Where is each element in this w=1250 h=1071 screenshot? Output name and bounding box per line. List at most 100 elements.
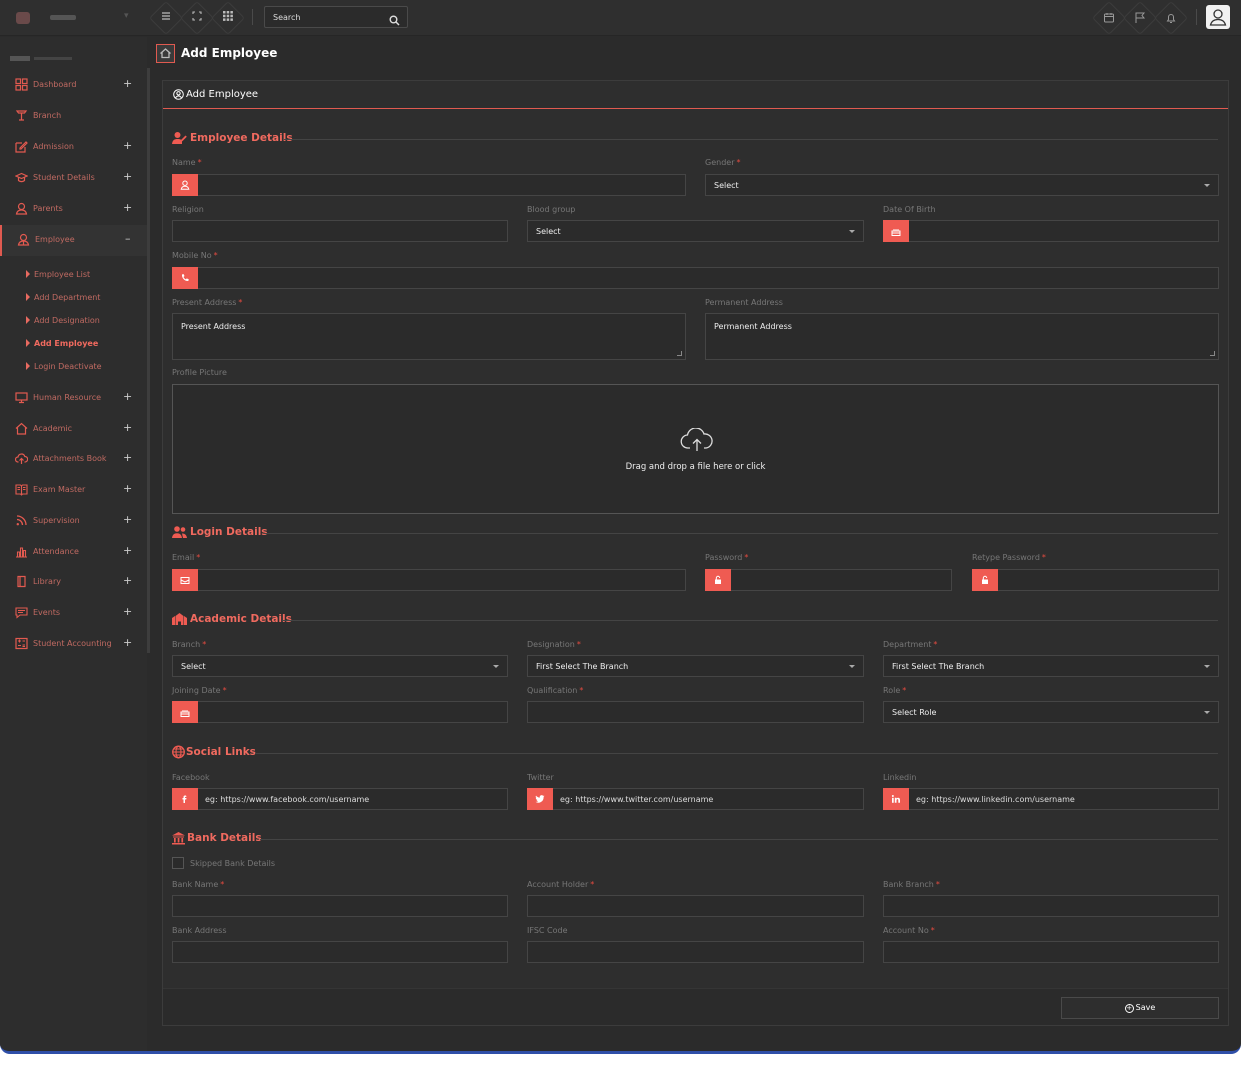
expand-icon[interactable]: + (123, 390, 132, 403)
sidebar-item-library[interactable]: Library + (0, 567, 147, 598)
bank-address-field[interactable] (172, 941, 508, 963)
bank-name-field[interactable] (172, 895, 508, 917)
search-input[interactable] (265, 7, 385, 27)
blood-group-select[interactable]: Select (527, 220, 864, 242)
resize-handle[interactable] (677, 351, 682, 356)
account-no-field[interactable] (883, 941, 1219, 963)
role-select[interactable]: Select Role (883, 701, 1219, 723)
sidebar-item-supervision[interactable]: Supervision + (0, 506, 147, 537)
skip-bank-checkbox[interactable] (172, 857, 184, 869)
sidebar-subitem-login-deactivate[interactable]: Login Deactivate (26, 357, 146, 377)
sidebar-item-events[interactable]: Events + (0, 598, 147, 629)
bank-name-input[interactable] (173, 896, 507, 916)
joining-date-input[interactable] (199, 702, 505, 722)
sidebar-item-human-resource[interactable]: Human Resource + (0, 383, 147, 414)
sidebar-item-branch[interactable]: Branch (0, 101, 147, 132)
facebook-field[interactable] (172, 788, 508, 810)
expand-icon[interactable]: + (123, 636, 132, 649)
retype-password-field[interactable] (972, 569, 1219, 591)
expand-icon[interactable]: + (123, 170, 132, 183)
sidebar-item-exam-master[interactable]: Exam Master + (0, 475, 147, 506)
collapse-icon[interactable]: – (125, 232, 131, 245)
qualification-input[interactable] (528, 702, 863, 722)
sidebar-item-attachments-book[interactable]: Attachments Book + (0, 444, 147, 475)
joining-date-field[interactable] (172, 701, 508, 723)
password-field[interactable] (705, 569, 952, 591)
save-button[interactable]: + Save (1061, 997, 1219, 1019)
expand-icon[interactable]: + (123, 139, 132, 152)
bank-branch-input[interactable] (884, 896, 1218, 916)
bell-icon[interactable] (1161, 8, 1181, 28)
twitter-field[interactable] (527, 788, 864, 810)
permanent-address-input[interactable] (706, 314, 1218, 359)
ifsc-input[interactable] (528, 942, 863, 962)
branch-select[interactable]: Select (172, 655, 508, 677)
flag-icon[interactable] (1130, 8, 1150, 28)
expand-icon[interactable]: + (123, 544, 132, 557)
sidebar-item-student-accounting[interactable]: Student Accounting + (0, 629, 147, 660)
qualification-field[interactable] (527, 701, 864, 723)
account-holder-field[interactable] (527, 895, 864, 917)
expand-icon[interactable]: + (123, 482, 132, 495)
expand-icon[interactable]: + (123, 77, 132, 90)
expand-icon[interactable]: + (123, 201, 132, 214)
mobile-input[interactable] (199, 268, 1216, 288)
sidebar-subitem-employee-list[interactable]: Employee List (26, 265, 146, 285)
expand-icon[interactable]: + (123, 451, 132, 464)
search-box[interactable] (264, 6, 408, 28)
account-holder-input[interactable] (528, 896, 863, 916)
linkedin-input[interactable] (910, 789, 1216, 809)
chevron-down-icon[interactable]: ▾ (124, 11, 129, 21)
bank-branch-field[interactable] (883, 895, 1219, 917)
sidebar-item-admission[interactable]: Admission + (0, 132, 147, 163)
grid-icon[interactable] (219, 9, 237, 27)
home-icon[interactable] (156, 44, 175, 63)
skip-bank-label[interactable]: Skipped Bank Details (190, 859, 275, 868)
expand-icon[interactable]: + (123, 513, 132, 526)
present-address-input[interactable] (173, 314, 685, 359)
avatar[interactable] (1206, 5, 1230, 29)
permanent-address-field[interactable] (705, 313, 1219, 360)
calendar-icon[interactable] (1099, 8, 1119, 28)
account-no-input[interactable] (884, 942, 1218, 962)
sidebar-subitem-add-department[interactable]: Add Department (26, 288, 146, 308)
sidebar-subitem-add-designation[interactable]: Add Designation (26, 311, 146, 331)
password-input[interactable] (732, 570, 949, 590)
name-field[interactable] (172, 174, 686, 196)
sidebar-subitem-add-employee[interactable]: Add Employee (26, 334, 146, 354)
email-input[interactable] (199, 570, 683, 590)
twitter-input[interactable] (554, 789, 861, 809)
department-select[interactable]: First Select The Branch (883, 655, 1219, 677)
email-field[interactable] (172, 569, 686, 591)
religion-field[interactable] (172, 220, 508, 242)
linkedin-field[interactable] (883, 788, 1219, 810)
sidebar-item-academic[interactable]: Academic + (0, 414, 147, 445)
ifsc-field[interactable] (527, 941, 864, 963)
retype-password-input[interactable] (999, 570, 1216, 590)
bank-address-input[interactable] (173, 942, 507, 962)
search-icon[interactable] (389, 11, 401, 26)
sidebar-item-parents[interactable]: Parents + (0, 194, 147, 225)
designation-select[interactable]: First Select The Branch (527, 655, 864, 677)
name-input[interactable] (199, 175, 683, 195)
fullscreen-icon[interactable] (188, 9, 206, 27)
sidebar-item-student-details[interactable]: Student Details + (0, 163, 147, 194)
hamburger-icon[interactable] (157, 9, 175, 27)
religion-input[interactable] (173, 221, 507, 241)
expand-icon[interactable]: + (123, 421, 132, 434)
sidebar-item-attendance[interactable]: Attendance + (0, 537, 147, 568)
expand-icon[interactable]: + (123, 574, 132, 587)
present-address-field[interactable] (172, 313, 686, 360)
logo[interactable]: ▾ (10, 7, 140, 29)
dob-input[interactable] (910, 221, 1216, 241)
dob-field[interactable] (883, 220, 1219, 242)
sidebar-item-dashboard[interactable]: Dashboard + (0, 70, 147, 101)
resize-handle[interactable] (1210, 351, 1215, 356)
mobile-field[interactable] (172, 267, 1219, 289)
sidebar-item-employee[interactable]: Employee – (0, 225, 147, 256)
facebook-input[interactable] (199, 789, 505, 809)
sidebar-scrollbar[interactable] (147, 68, 150, 653)
profile-picture-dropzone[interactable]: Drag and drop a file here or click (172, 384, 1219, 514)
expand-icon[interactable]: + (123, 605, 132, 618)
gender-select[interactable]: Select (705, 174, 1219, 196)
